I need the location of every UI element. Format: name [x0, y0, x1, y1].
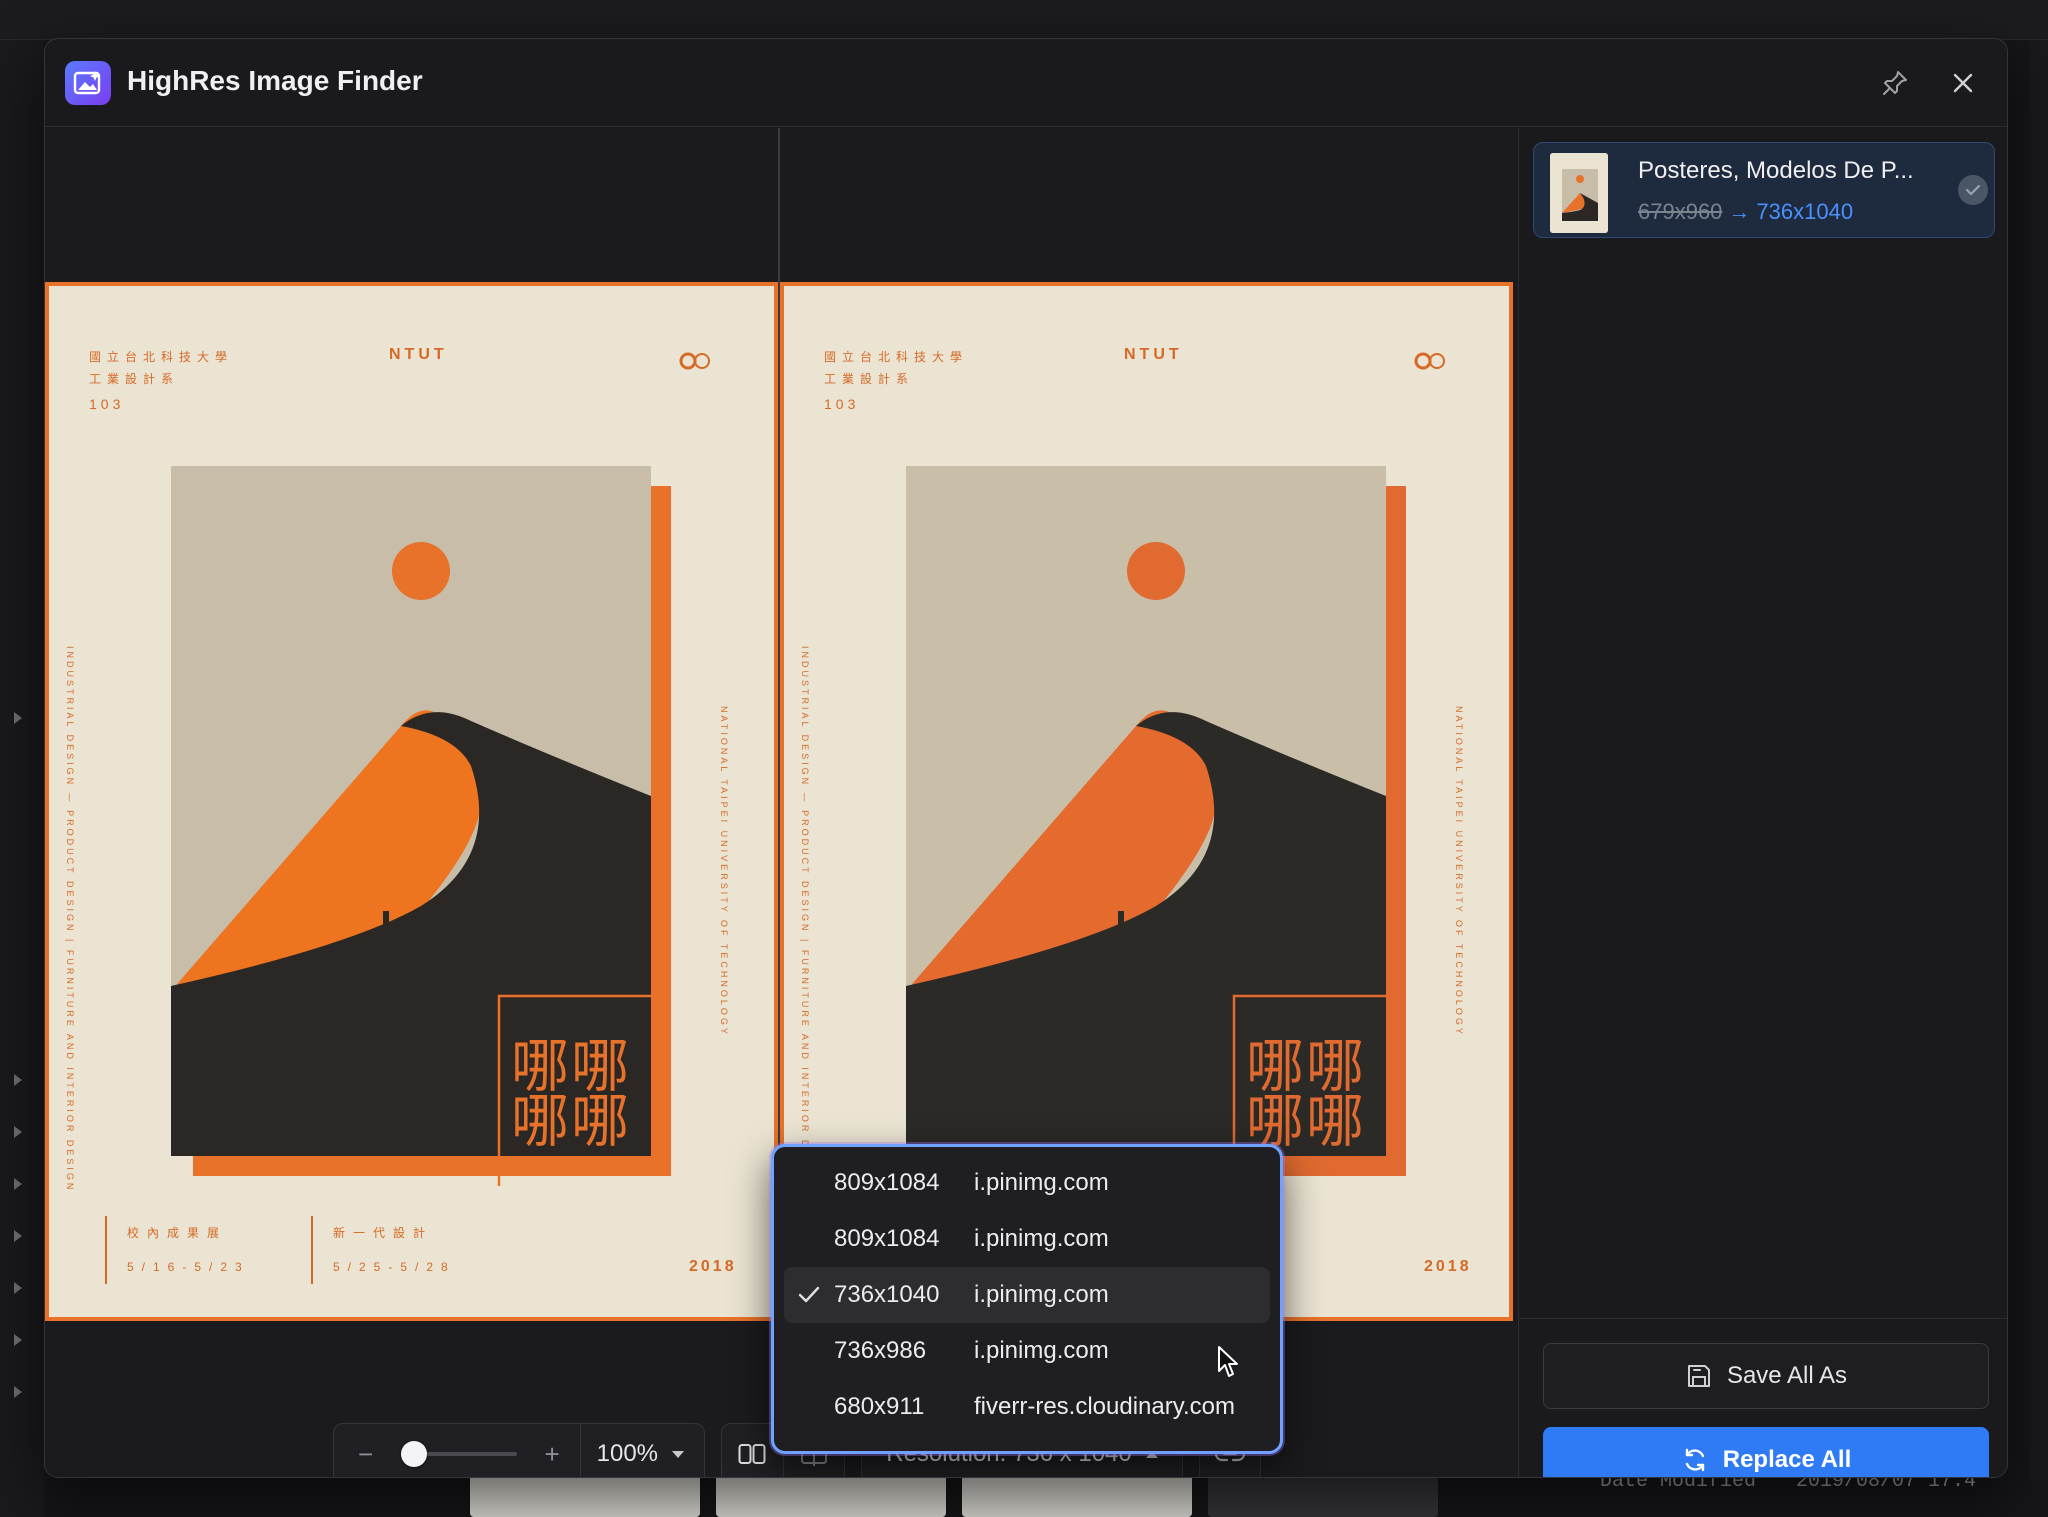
poster-school-name: NTUT	[1124, 346, 1183, 363]
background-thumbnail	[470, 1475, 700, 1517]
poster-cjk-line: 工業設計系	[824, 372, 915, 386]
expand-arrow-icon	[14, 1074, 22, 1086]
option-host: i.pinimg.com	[974, 1281, 1109, 1308]
resolution-option[interactable]: 809x1084 i.pinimg.com	[784, 1155, 1270, 1211]
image-compare-area[interactable]: 國立台北科技大學 工業設計系 103 NTUT INDUSTRIAL DESIG…	[45, 128, 1517, 1477]
zoom-out-button[interactable]: −	[354, 1439, 377, 1470]
poster-dune-artwork: 哪哪 哪哪	[906, 466, 1406, 1186]
option-resolution: 736x986	[834, 1337, 927, 1364]
zoom-level-select[interactable]: 100%	[597, 1440, 658, 1468]
poster-vertical-text: NATIONAL TAIPEI UNIVERSITY OF TECHNOLOGY	[1454, 706, 1464, 1037]
option-host: fiverr-res.cloudinary.com	[974, 1393, 1235, 1420]
original-image-pane[interactable]: 國立台北科技大學 工業設計系 103 NTUT INDUSTRIAL DESIG…	[45, 282, 778, 1321]
resolution-option[interactable]: 736x986 i.pinimg.com	[784, 1323, 1270, 1379]
poster-vertical-text: NATIONAL TAIPEI UNIVERSITY OF TECHNOLOGY	[719, 706, 729, 1037]
background-thumbnail	[716, 1475, 946, 1517]
save-all-as-label: Save All As	[1726, 1362, 1848, 1389]
poster-cjk-line: 國立台北科技大學	[824, 350, 969, 364]
refresh-icon	[1685, 1448, 1704, 1472]
replace-all-label: Replace All	[1722, 1446, 1852, 1473]
new-size: 736x1040	[1756, 199, 1854, 224]
poster-number: 103	[89, 396, 125, 412]
sidebar-divider	[1519, 1318, 2007, 1319]
original-size: 679x960	[1638, 199, 1723, 224]
poster-footer-date: 5/25-5/28	[333, 1260, 456, 1274]
title-bar: HighRes Image Finder	[45, 39, 2007, 127]
poster-footer-title: 新一代設計	[333, 1226, 434, 1240]
expand-arrow-icon	[14, 1126, 22, 1138]
poster-year: 2018	[1424, 1258, 1472, 1275]
save-icon	[1687, 1365, 1710, 1387]
pin-button[interactable]	[1875, 63, 1915, 103]
poster-vertical-text: INDUSTRIAL DESIGN — PRODUCT DESIGN | FUR…	[800, 646, 810, 1193]
poster-logo-icon	[1414, 352, 1445, 370]
poster-thumbnail-art	[1550, 153, 1608, 233]
window-title: HighRes Image Finder	[127, 65, 423, 96]
close-icon	[1953, 73, 1973, 93]
background-right-panel	[2030, 40, 2048, 1480]
expand-arrow-icon	[14, 1282, 22, 1294]
poster-footer-event: 新一代設計 5/25-5/28	[311, 1216, 456, 1284]
background-sidebar	[0, 40, 44, 1517]
option-resolution: 736x1040	[834, 1281, 940, 1308]
expand-arrow-icon	[14, 1334, 22, 1346]
poster-year: 2018	[689, 1258, 737, 1275]
highres-finder-dialog: HighRes Image Finder 國立台北科技大學 工業設計系 103 …	[44, 38, 2008, 1478]
poster-footer-event: 校內成果展 5/16-5/23	[105, 1216, 250, 1284]
poster-image: 國立台北科技大學 工業設計系 103 NTUT INDUSTRIAL DESIG…	[49, 286, 774, 1317]
option-resolution: 680x911	[834, 1393, 925, 1420]
poster-cjk-line: 工業設計系	[89, 372, 180, 386]
app-icon	[65, 61, 111, 105]
save-all-as-button[interactable]: Save All As	[1543, 1343, 1989, 1409]
resolution-option[interactable]: 680x911 fiverr-res.cloudinary.com	[784, 1379, 1270, 1435]
poster-number: 103	[824, 396, 860, 412]
option-resolution: 809x1084	[834, 1225, 940, 1252]
toolbar-divider	[579, 1423, 581, 1477]
expand-arrow-icon	[14, 1230, 22, 1242]
arrow-right-icon: →	[1728, 199, 1751, 224]
poster-school-text: 國立台北科技大學 工業設計系	[824, 346, 968, 390]
poster-school-text: 國立台北科技大學 工業設計系	[89, 346, 233, 390]
poster-glyphs: 哪哪	[511, 1087, 631, 1155]
side-by-side-icon	[738, 1444, 766, 1464]
selected-check-icon[interactable]	[1958, 175, 1988, 205]
option-host: i.pinimg.com	[974, 1337, 1109, 1364]
zoom-slider-handle[interactable]	[401, 1441, 428, 1467]
result-title: Posteres, Modelos De P...	[1638, 157, 1914, 184]
zoom-in-button[interactable]: +	[541, 1439, 564, 1470]
close-button[interactable]	[1943, 63, 1983, 103]
pin-icon	[1883, 71, 1907, 95]
resolution-option[interactable]: 809x1084 i.pinimg.com	[784, 1211, 1270, 1267]
result-size-change: 679x960 → 736x1040	[1638, 199, 1853, 225]
expand-arrow-icon	[14, 1386, 22, 1398]
result-item[interactable]: Posteres, Modelos De P... 679x960 → 736x10…	[1533, 142, 1995, 238]
resolution-option-selected[interactable]: 736x1040 i.pinimg.com	[784, 1267, 1270, 1323]
background-thumbnail	[962, 1475, 1192, 1517]
poster-dune-artwork: 哪哪 哪哪	[171, 466, 671, 1186]
background-toolbar	[0, 0, 2048, 40]
result-thumbnail	[1550, 153, 1608, 233]
replace-all-button[interactable]: Replace All	[1543, 1427, 1989, 1477]
expand-arrow-icon	[14, 1178, 22, 1190]
poster-school-name: NTUT	[389, 346, 448, 363]
option-resolution: 809x1084	[834, 1169, 940, 1196]
chevron-down-icon[interactable]	[672, 1450, 685, 1458]
zoom-slider[interactable]	[401, 1441, 517, 1467]
poster-footer-date: 5/16-5/23	[127, 1260, 250, 1274]
zoom-control: − + 100%	[333, 1423, 705, 1477]
background-thumbnail-strip	[470, 1475, 1570, 1517]
poster-cjk-line: 國立台北科技大學	[89, 350, 234, 364]
resolution-dropdown-menu: 809x1084 i.pinimg.com 809x1084 i.pinimg.…	[771, 1144, 1283, 1454]
option-host: i.pinimg.com	[974, 1169, 1109, 1196]
checkmark-icon	[798, 1286, 820, 1303]
option-host: i.pinimg.com	[974, 1225, 1109, 1252]
poster-vertical-text: INDUSTRIAL DESIGN — PRODUCT DESIGN | FUR…	[65, 646, 75, 1193]
poster-logo-icon	[679, 352, 710, 370]
background-thumbnail	[1208, 1475, 1438, 1517]
mouse-cursor-icon	[1218, 1346, 1238, 1377]
results-sidebar: Posteres, Modelos De P... 679x960 → 736x10…	[1518, 128, 2007, 1477]
poster-footer-title: 校內成果展	[127, 1226, 228, 1240]
expand-arrow-icon	[14, 712, 22, 724]
